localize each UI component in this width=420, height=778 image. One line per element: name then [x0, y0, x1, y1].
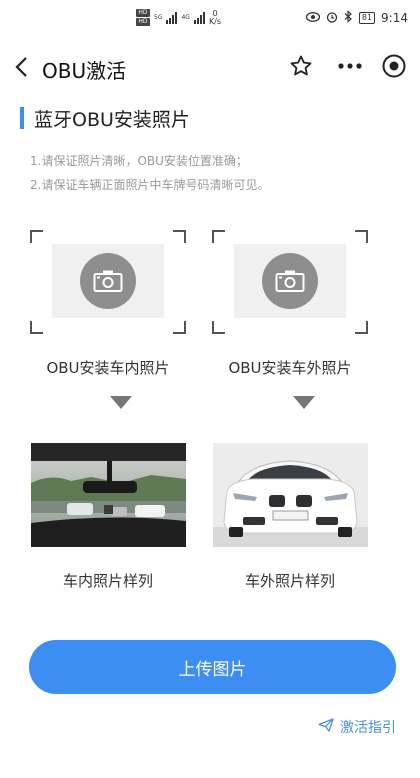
hd-badge: HD — [136, 9, 150, 17]
status-right-group: 81 9:14 — [305, 10, 408, 26]
activation-guide-link[interactable]: 激活指引 — [318, 717, 396, 737]
star-icon[interactable] — [289, 54, 313, 78]
network-type: 4G — [181, 14, 190, 21]
frame-corner — [355, 230, 368, 243]
upload-placeholder — [52, 244, 164, 318]
eye-icon — [305, 11, 321, 25]
target-icon[interactable] — [381, 53, 407, 79]
battery-icon: 81 — [358, 12, 376, 24]
clock-time: 9:14 — [381, 11, 408, 25]
frame-corner — [355, 321, 368, 334]
section-title: 蓝牙OBU安装照片 — [34, 109, 190, 131]
signal-icon — [166, 11, 178, 24]
send-icon — [318, 718, 334, 736]
frame-corner — [212, 321, 225, 334]
sample-interior-image — [31, 443, 186, 547]
sample-exterior-label: 车外照片样列 — [244, 572, 335, 590]
frame-corner — [30, 230, 43, 243]
camera-icon — [262, 253, 318, 309]
status-bar: HD HD 5G 4G 0 K/s 81 9:14 — [0, 0, 420, 40]
upload-placeholder — [234, 244, 346, 318]
section-accent-bar — [20, 107, 24, 129]
more-icon[interactable] — [335, 54, 365, 78]
nav-bar: OBU激活 — [0, 40, 420, 94]
back-icon[interactable] — [12, 55, 34, 79]
page-title: OBU激活 — [42, 59, 127, 83]
network-type: 5G — [154, 14, 163, 21]
arrow-down-icon — [293, 396, 315, 409]
frame-corner — [173, 230, 186, 243]
alarm-icon — [326, 11, 338, 26]
instruction-text: 2.请保证车辆正面照片中车牌号码清晰可见。 — [30, 178, 270, 192]
sample-exterior-image — [213, 443, 368, 547]
bluetooth-icon — [344, 10, 353, 26]
frame-corner — [30, 321, 43, 334]
status-network-group: HD HD 5G 4G 0 K/s — [136, 9, 221, 26]
upload-button[interactable]: 上传图片 — [29, 640, 396, 694]
hd-badges: HD HD — [136, 9, 150, 26]
upload-exterior-label: OBU安装车外照片 — [228, 359, 352, 377]
upload-button-label: 上传图片 — [178, 659, 247, 680]
sample-interior-label: 车内照片样列 — [62, 572, 153, 590]
network-speed: 0 K/s — [208, 9, 222, 26]
upload-exterior-photo[interactable] — [212, 230, 368, 334]
arrow-down-icon — [110, 396, 132, 409]
instruction-text: 1.请保证照片清晰，OBU安装位置准确； — [30, 154, 248, 168]
frame-corner — [173, 321, 186, 334]
hd-badge: HD — [136, 18, 150, 26]
upload-interior-label: OBU安装车内照片 — [46, 359, 170, 377]
upload-interior-photo[interactable] — [30, 230, 186, 334]
activation-guide-label: 激活指引 — [340, 720, 396, 736]
frame-corner — [212, 230, 225, 243]
speed-unit: K/s — [208, 16, 222, 26]
camera-icon — [80, 253, 136, 309]
signal-icon — [193, 11, 205, 24]
